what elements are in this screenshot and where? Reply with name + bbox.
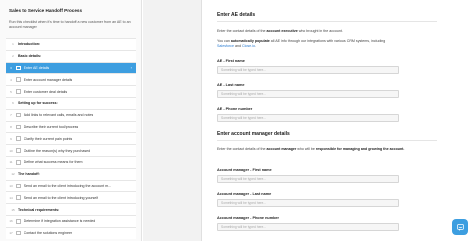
item-number: 2 bbox=[12, 54, 14, 59]
item-number: 3 bbox=[10, 65, 12, 70]
item-label: Describe their current tool/process bbox=[23, 124, 79, 129]
closeio-link[interactable]: Close.io bbox=[242, 44, 255, 48]
checklist-item[interactable]: 5 Enter customer deal details bbox=[6, 85, 136, 97]
divider bbox=[217, 140, 437, 141]
item-label: Enter account manager details bbox=[23, 77, 73, 82]
ae-phone-input[interactable] bbox=[217, 114, 399, 122]
ae-section-description: Enter the contact details of the account… bbox=[217, 29, 343, 33]
panel-divider bbox=[143, 0, 201, 241]
item-label: Setting up for success: bbox=[18, 101, 58, 106]
ae-last-name-input[interactable] bbox=[217, 90, 399, 98]
item-number: 14 bbox=[9, 195, 13, 200]
item-number: 13 bbox=[9, 183, 13, 188]
am-section-description: Enter the contact details of the account… bbox=[217, 147, 405, 151]
ae-autopopulate-note: You can automatically populate all AE in… bbox=[217, 39, 386, 48]
chevron-right-icon: › bbox=[130, 65, 132, 71]
item-number: 9 bbox=[10, 136, 12, 141]
checklist-item[interactable]: 9 Clarify their current pain points bbox=[6, 132, 136, 145]
item-checkbox[interactable] bbox=[16, 148, 21, 153]
item-checkbox[interactable] bbox=[16, 136, 21, 142]
checklist-item[interactable]: 17 Contact the solutions engineer bbox=[6, 226, 136, 239]
checklist-sidebar: Sales to Service Handoff Process Run thi… bbox=[0, 0, 142, 241]
item-number: 6 bbox=[12, 101, 14, 106]
item-label: Enter customer deal details bbox=[23, 89, 68, 94]
item-checkbox[interactable] bbox=[16, 89, 21, 94]
checklist-heading[interactable]: 1 Introduction: bbox=[6, 38, 136, 50]
item-checkbox[interactable] bbox=[16, 230, 21, 236]
checklist-heading[interactable]: 12 The handoff: bbox=[6, 167, 136, 180]
checklist-item[interactable]: 16 Determine if integration assistance is… bbox=[6, 214, 136, 227]
item-label: Send an email to the client introducing … bbox=[23, 195, 99, 200]
item-label: Enter AE details bbox=[23, 65, 50, 70]
salesforce-link[interactable]: Salesforce bbox=[217, 44, 234, 48]
task-detail-panel: Enter AE details Enter the contact detai… bbox=[201, 0, 474, 241]
item-number: 11 bbox=[9, 160, 13, 165]
am-first-name-label: Account manager - First name bbox=[217, 168, 272, 172]
am-phone-label: Account manager - Phone number bbox=[217, 216, 280, 220]
ae-phone-label: AE - Phone number bbox=[217, 107, 253, 111]
item-checkbox[interactable] bbox=[16, 219, 21, 224]
checklist-item[interactable]: 4 Enter account manager details bbox=[6, 73, 136, 86]
checklist-item[interactable]: 14 Send an email to the client introducin… bbox=[6, 191, 136, 204]
item-checkbox[interactable] bbox=[16, 124, 21, 130]
divider bbox=[217, 21, 437, 22]
ae-last-name-label: AE - Last name bbox=[217, 83, 245, 87]
checklist-list: 1 Introduction: 2 Basic details: 3 Enter AE d… bbox=[6, 38, 136, 239]
item-number: 10 bbox=[9, 148, 13, 153]
item-number: 1 bbox=[12, 42, 14, 47]
item-checkbox[interactable] bbox=[16, 160, 21, 165]
checklist-heading[interactable]: 6 Setting up for success: bbox=[6, 96, 136, 109]
item-label: Introduction: bbox=[18, 42, 41, 47]
checklist-heading[interactable]: 15 Technical requirements: bbox=[6, 203, 136, 215]
ae-first-name-input[interactable] bbox=[217, 66, 399, 74]
chat-icon bbox=[456, 223, 464, 231]
item-number: 15 bbox=[11, 207, 15, 212]
checklist-item[interactable]: 7 Add links to relevant calls, emails and… bbox=[6, 108, 136, 121]
item-checkbox[interactable] bbox=[16, 77, 21, 83]
checklist-item[interactable]: 3 Enter AE details › bbox=[6, 61, 136, 74]
ae-first-name-label: AE - First name bbox=[217, 59, 245, 63]
checklist-item[interactable]: 10 Outline the reason(s) why they purchas… bbox=[6, 144, 136, 156]
am-last-name-label: Account manager - Last name bbox=[217, 192, 272, 196]
item-label: Define what success means for them bbox=[23, 160, 83, 165]
item-checkbox[interactable] bbox=[16, 65, 21, 71]
am-section-title: Enter account manager details bbox=[217, 131, 290, 137]
item-label: Clarify their current pain points bbox=[23, 136, 73, 141]
checklist-item[interactable]: 11 Define what success means for them bbox=[6, 155, 136, 168]
item-label: Basic details: bbox=[18, 54, 42, 59]
item-number: 16 bbox=[9, 219, 13, 224]
item-number: 5 bbox=[10, 89, 12, 94]
item-number: 8 bbox=[10, 124, 12, 129]
item-number: 4 bbox=[10, 77, 12, 82]
item-number: 17 bbox=[9, 231, 13, 236]
item-label: Contact the solutions engineer bbox=[23, 231, 73, 236]
am-phone-input[interactable] bbox=[217, 223, 399, 231]
item-checkbox[interactable] bbox=[16, 195, 21, 201]
item-label: The handoff: bbox=[18, 172, 40, 177]
checklist-title: Sales to Service Handoff Process bbox=[9, 8, 83, 13]
item-number: 7 bbox=[10, 113, 12, 118]
item-checkbox[interactable] bbox=[16, 183, 21, 189]
ae-section-title: Enter AE details bbox=[217, 12, 256, 18]
item-label: Outline the reason(s) why they purchased bbox=[23, 148, 91, 153]
item-checkbox[interactable] bbox=[16, 112, 21, 118]
item-label: Send an email to the client introducing … bbox=[23, 183, 112, 188]
am-last-name-input[interactable] bbox=[217, 199, 399, 207]
checklist-heading[interactable]: 2 Basic details: bbox=[6, 49, 136, 62]
item-label: Technical requirements: bbox=[18, 207, 60, 212]
item-label: Determine if integration assistance is n… bbox=[23, 219, 96, 224]
checklist-item[interactable]: 13 Send an email to the client introducin… bbox=[6, 179, 136, 192]
checklist-item[interactable]: 8 Describe their current tool/process bbox=[6, 120, 136, 133]
item-number: 12 bbox=[11, 172, 15, 177]
chat-button[interactable] bbox=[452, 219, 468, 235]
am-first-name-input[interactable] bbox=[217, 175, 399, 183]
checklist-description: Run this checklist when it's time to han… bbox=[9, 20, 131, 29]
item-label: Add links to relevant calls, emails and … bbox=[23, 113, 94, 118]
